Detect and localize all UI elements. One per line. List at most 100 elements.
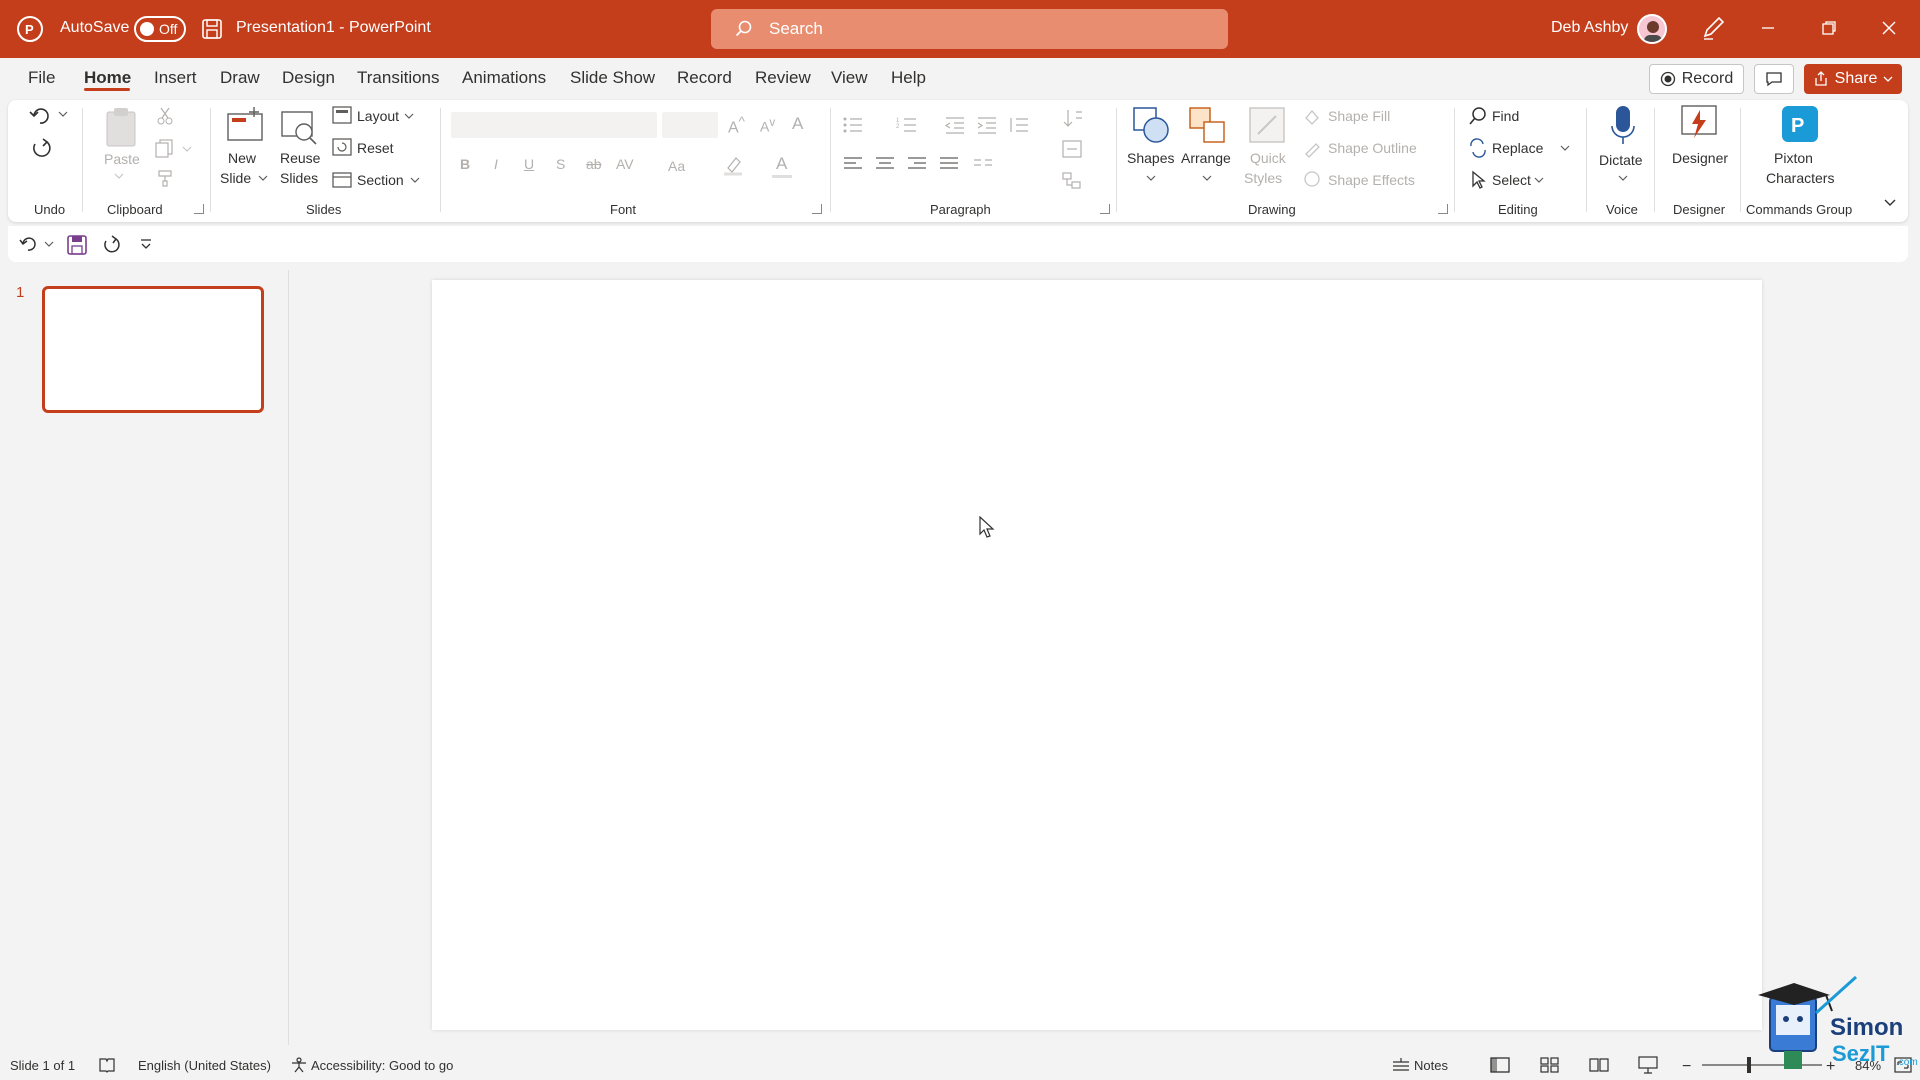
text-direction-icon[interactable] (1062, 108, 1084, 130)
paste-label[interactable]: Paste (104, 151, 140, 167)
quick-styles-label-1[interactable]: Quick (1250, 150, 1286, 166)
replace-icon[interactable] (1468, 138, 1488, 158)
font-size-box[interactable] (662, 112, 718, 138)
undo-icon[interactable] (18, 234, 40, 254)
tab-design[interactable]: Design (282, 68, 335, 88)
pane-separator[interactable] (288, 270, 289, 1045)
shapes-label[interactable]: Shapes (1127, 150, 1174, 166)
font-dialog-launcher[interactable] (812, 204, 822, 214)
arrange-label[interactable]: Arrange (1181, 150, 1231, 166)
comments-button[interactable] (1754, 64, 1794, 94)
new-slide-icon[interactable] (226, 106, 264, 144)
accessibility-status[interactable]: Accessibility: Good to go (311, 1058, 453, 1073)
highlight-icon[interactable] (722, 154, 744, 176)
save-icon[interactable] (201, 18, 223, 40)
tab-record[interactable]: Record (677, 68, 732, 88)
chevron-down-icon[interactable] (258, 174, 268, 182)
change-case-icon[interactable]: Aa (668, 158, 685, 174)
tab-help[interactable]: Help (891, 68, 926, 88)
character-spacing-icon[interactable]: AV (616, 156, 634, 172)
reuse-slides-label-2[interactable]: Slides (280, 170, 318, 186)
dictate-label[interactable]: Dictate (1599, 152, 1643, 168)
underline-icon[interactable]: U (524, 156, 534, 172)
minimize-button[interactable] (1754, 14, 1782, 42)
section-label[interactable]: Section (357, 172, 404, 188)
slide-canvas[interactable] (432, 280, 1762, 1030)
justify-icon[interactable] (938, 156, 960, 172)
shadow-icon[interactable]: S (556, 156, 565, 172)
designer-label[interactable]: Designer (1672, 150, 1728, 166)
font-name-box[interactable] (451, 112, 657, 138)
smartart-icon[interactable] (1062, 172, 1084, 190)
pen-icon[interactable] (1699, 14, 1727, 42)
line-spacing-icon[interactable] (1008, 116, 1030, 134)
bold-icon[interactable]: B (460, 156, 470, 172)
columns-icon[interactable] (972, 156, 994, 172)
accessibility-icon[interactable] (290, 1057, 308, 1073)
increase-font-icon[interactable]: A^ (728, 114, 745, 137)
align-left-icon[interactable] (842, 156, 864, 172)
quick-styles-label-2[interactable]: Styles (1244, 170, 1282, 186)
select-arrow-icon[interactable] (1468, 170, 1488, 190)
tab-home[interactable]: Home (84, 68, 131, 88)
customize-qat-icon[interactable] (140, 238, 152, 250)
autosave-toggle[interactable]: Off (134, 16, 186, 42)
share-button[interactable]: Share (1804, 64, 1902, 94)
shapes-icon[interactable] (1132, 106, 1172, 146)
numbering-icon[interactable]: 12 (896, 116, 918, 134)
layout-label[interactable]: Layout (357, 108, 399, 124)
tab-insert[interactable]: Insert (154, 68, 197, 88)
record-button[interactable]: Record (1649, 64, 1744, 94)
shape-outline-icon[interactable] (1302, 140, 1322, 158)
select-label[interactable]: Select (1492, 172, 1531, 188)
quick-styles-icon[interactable] (1248, 106, 1288, 146)
increase-indent-icon[interactable] (976, 116, 998, 134)
normal-view-icon[interactable] (1490, 1057, 1510, 1073)
slideshow-icon[interactable] (1638, 1056, 1658, 1074)
italic-icon[interactable]: I (494, 156, 498, 172)
tab-slide-show[interactable]: Slide Show (570, 68, 655, 88)
replace-label[interactable]: Replace (1492, 140, 1543, 156)
new-slide-label-2[interactable]: Slide (220, 170, 251, 186)
chevron-down-icon[interactable] (44, 240, 54, 248)
close-button[interactable] (1875, 14, 1903, 42)
shape-outline-label[interactable]: Shape Outline (1328, 140, 1417, 156)
reuse-slides-icon[interactable] (280, 108, 318, 146)
new-slide-label-1[interactable]: New (228, 150, 256, 166)
tab-animations[interactable]: Animations (462, 68, 546, 88)
slide-count[interactable]: Slide 1 of 1 (10, 1058, 75, 1073)
drawing-dialog-launcher[interactable] (1438, 204, 1448, 214)
font-color-icon[interactable]: A (776, 154, 787, 174)
bullets-icon[interactable] (842, 116, 864, 134)
shape-effects-icon[interactable] (1302, 170, 1322, 188)
format-painter-icon[interactable] (156, 168, 176, 188)
cut-icon[interactable] (156, 106, 174, 126)
redo-icon[interactable] (28, 136, 54, 160)
language-status[interactable]: English (United States) (138, 1058, 271, 1073)
layout-icon[interactable] (332, 106, 352, 124)
paragraph-dialog-launcher[interactable] (1100, 204, 1110, 214)
slide-thumbnail[interactable] (42, 286, 264, 413)
tab-transitions[interactable]: Transitions (357, 68, 440, 88)
notes-button[interactable]: Notes (1414, 1058, 1448, 1073)
tab-view[interactable]: View (831, 68, 868, 88)
pixton-label-1[interactable]: Pixton (1774, 150, 1813, 166)
find-label[interactable]: Find (1492, 108, 1519, 124)
collapse-ribbon-icon[interactable] (1884, 198, 1896, 208)
restore-button[interactable] (1815, 14, 1843, 42)
spelling-icon[interactable] (98, 1057, 116, 1073)
reset-icon[interactable] (332, 138, 352, 156)
notes-icon[interactable] (1392, 1058, 1410, 1072)
search-box[interactable]: Search (711, 9, 1228, 49)
align-right-icon[interactable] (906, 156, 928, 172)
tab-draw[interactable]: Draw (220, 68, 260, 88)
copy-icon[interactable] (154, 138, 176, 158)
reuse-slides-label-1[interactable]: Reuse (280, 150, 320, 166)
pixton-icon[interactable]: P (1780, 104, 1820, 144)
slide-sorter-icon[interactable] (1540, 1057, 1560, 1073)
strikethrough-icon[interactable]: ab (586, 156, 602, 172)
section-icon[interactable] (332, 170, 352, 188)
clear-formatting-icon[interactable]: A (792, 114, 803, 134)
shape-fill-icon[interactable] (1302, 108, 1322, 126)
designer-icon[interactable] (1680, 104, 1718, 142)
